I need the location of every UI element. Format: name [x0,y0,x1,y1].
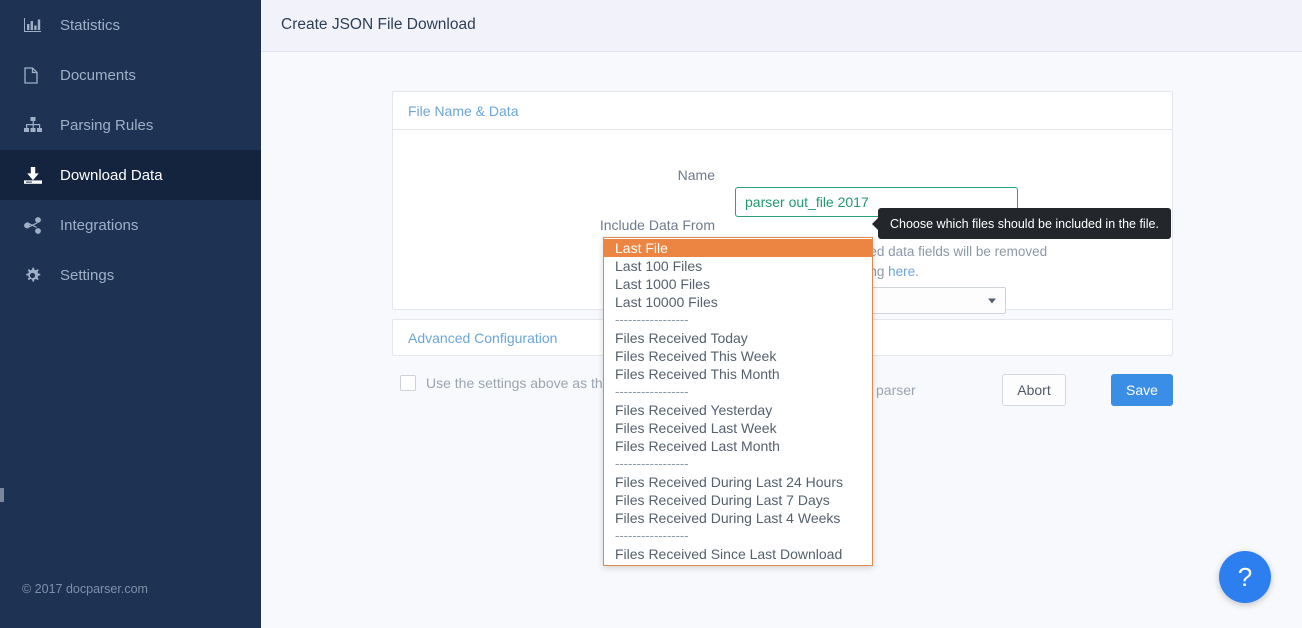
dropdown-option[interactable]: Files Received Yesterday [604,401,872,419]
sidebar-item-label: Download Data [60,166,163,184]
dropdown-option[interactable]: Last 100 Files [604,257,872,275]
dropdown-option[interactable]: Files Received This Week [604,347,872,365]
scrollbar-nub[interactable] [0,488,4,502]
save-button[interactable]: Save [1111,374,1173,406]
default-settings-checkbox-label: Use the settings above as the [426,375,611,391]
include-data-from-tooltip: Choose which files should be included in… [872,208,1171,239]
dropdown-option[interactable]: Files Received Last Month [604,437,872,455]
dropdown-option[interactable]: Files Received During Last 24 Hours [604,473,872,491]
top-bar: Create JSON File Download [261,0,1302,52]
tooltip-arrow [872,217,878,230]
panel-title: File Name & Data [408,102,519,119]
sidebar-item-label: Parsing Rules [60,116,154,134]
sidebar-item-parsing-rules[interactable]: Parsing Rules [0,100,261,150]
include-data-from-label: Include Data From [599,217,715,233]
page-title: Create JSON File Download [281,16,476,33]
dropdown-option[interactable]: Last File [604,239,872,257]
sidebar-item-statistics[interactable]: Statistics [0,0,261,50]
sidebar-footer-copyright: © 2017 docparser.com [22,582,148,596]
file-icon [24,66,46,84]
dropdown-separator: ----------------- [615,528,689,543]
dropdown-option[interactable]: Files Received During Last 4 Weeks [604,509,872,527]
dropdown-option[interactable]: Last 10000 Files [604,293,872,311]
dropdown-option[interactable]: Last 1000 Files [604,275,872,293]
sidebar-item-integrations[interactable]: Integrations [0,200,261,250]
sidebar-item-label: Statistics [60,16,121,34]
download-icon [24,166,46,184]
help-button[interactable]: ? [1219,551,1271,603]
sidebar-item-label: Documents [60,66,136,84]
sidebar-item-label: Integrations [60,216,139,234]
sidebar-background: Statistics Documents Parsing Rules Downl… [0,0,261,628]
sidebar-item-settings[interactable]: Settings [0,250,261,300]
sitemap-icon [24,116,46,134]
dropdown-separator: ----------------- [615,456,689,471]
abort-button[interactable]: Abort [1002,374,1066,406]
dropdown-separator: ----------------- [615,312,689,327]
info-text-period: . [915,264,919,279]
sidebar-item-label: Settings [60,266,115,284]
dropdown-option[interactable]: Files Received This Month [604,365,872,383]
name-label: Name [677,167,715,183]
sidebar-item-download-data[interactable]: Download Data [0,150,261,200]
default-settings-checkbox-wrapper[interactable]: Use the settings above as the [400,375,610,391]
tooltip-text: Choose which files should be included in… [890,216,1159,231]
share-icon [24,216,46,234]
chevron-down-icon [988,298,996,303]
include-data-from-dropdown-list[interactable]: Last File Last 100 Files Last 1000 Files La… [603,237,873,566]
dropdown-separator: ----------------- [615,384,689,399]
default-settings-checkbox[interactable] [400,375,416,391]
dropdown-option[interactable]: Files Received During Last 7 Days [604,491,872,509]
gear-icon [24,266,46,284]
dropdown-option[interactable]: Files Received Last Week [604,419,872,437]
info-text-link[interactable]: here [888,264,915,279]
dropdown-option[interactable]: Files Received Today [604,329,872,347]
app-root: Statistics Documents Parsing Rules Downl… [0,0,1302,628]
bar-chart-icon [24,16,46,34]
dropdown-option[interactable]: Files Received Since Last Download [604,545,872,563]
sidebar: Statistics Documents Parsing Rules Downl… [0,0,261,628]
panel-title: Advanced Configuration [408,329,558,346]
panel-header: File Name & Data [393,92,1172,130]
sidebar-item-documents[interactable]: Documents [0,50,261,100]
